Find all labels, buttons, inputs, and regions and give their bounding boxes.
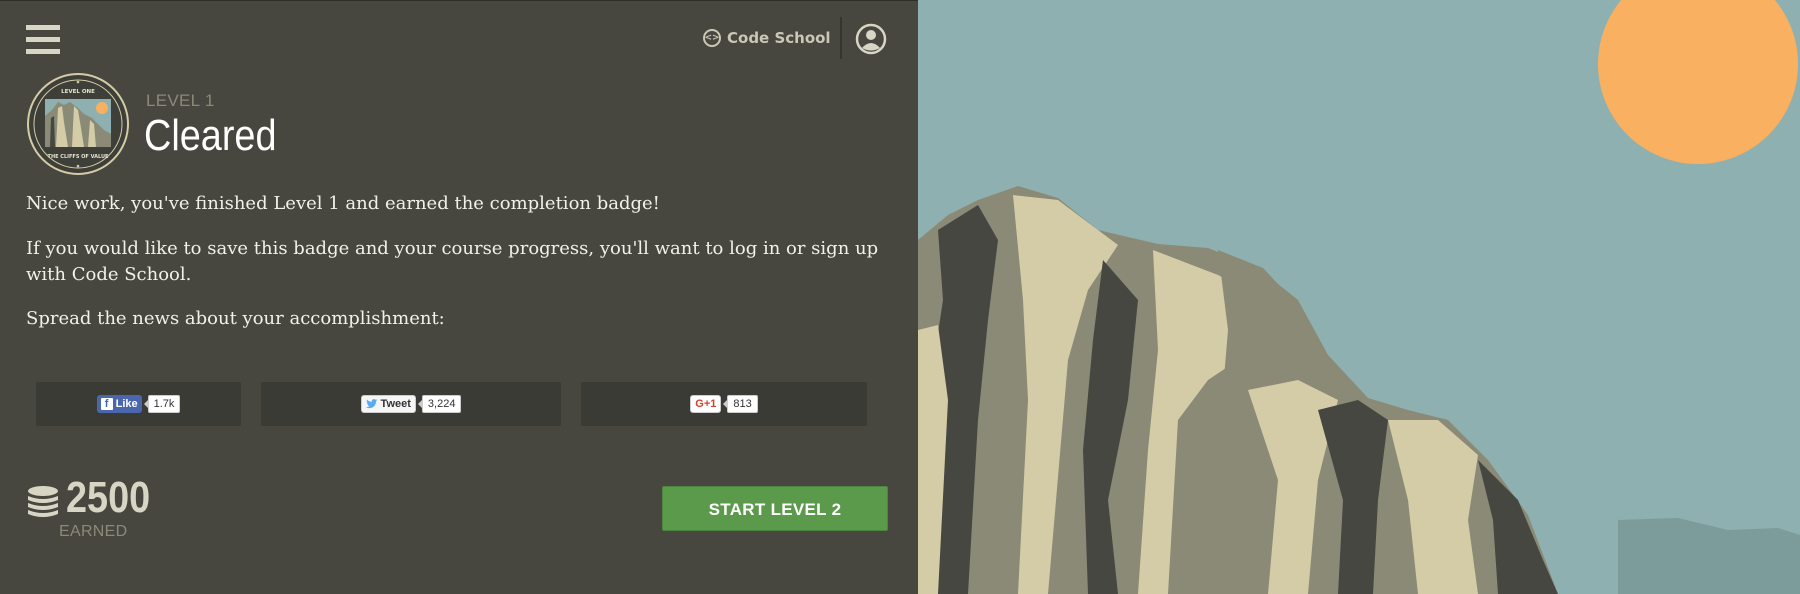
level-label: LEVEL 1: [146, 91, 215, 110]
brand-name: Code School: [727, 29, 831, 47]
twitter-bird-icon: [365, 399, 378, 409]
badge-bottom-text: THE CLIFFS OF VALUE: [48, 154, 110, 160]
status-title: Cleared: [144, 111, 277, 160]
coins-stack-icon: [28, 486, 58, 517]
facebook-like-button[interactable]: f Like: [96, 395, 142, 413]
tweet-count: 3,224: [417, 395, 462, 413]
points-earned-value: 2500: [66, 473, 151, 522]
save-progress-message: If you would like to save this badge and…: [26, 238, 879, 285]
header-divider: [840, 17, 842, 59]
google-plus-button[interactable]: G+1: [690, 395, 722, 413]
completion-message: Nice work, you've finished Level 1 and e…: [26, 193, 660, 214]
facebook-like-label: Like: [115, 398, 138, 410]
tweet-label: Tweet: [380, 398, 411, 410]
cliffs-illustration: [918, 0, 1800, 594]
distant-hills: [1618, 518, 1800, 594]
tweet-button[interactable]: Tweet: [360, 395, 416, 413]
google-plus-share[interactable]: G+1 813: [581, 382, 867, 426]
facebook-like-share[interactable]: f Like 1.7k: [36, 382, 241, 426]
code-brackets-icon: <>: [703, 29, 721, 47]
user-account-icon[interactable]: [855, 23, 887, 55]
share-prompt: Spread the news about your accomplishmen…: [26, 308, 445, 329]
facebook-icon: f: [100, 398, 113, 410]
hamburger-menu-icon[interactable]: [26, 25, 60, 55]
level-one-badge: LEVEL ONE THE CLIFFS OF VALUE: [27, 73, 129, 175]
badge-top-text: LEVEL ONE: [61, 89, 95, 95]
facebook-like-count: 1.7k: [143, 395, 181, 413]
start-level-2-button[interactable]: START LEVEL 2: [662, 486, 888, 531]
google-plus-count: 813: [723, 395, 758, 413]
twitter-tweet-share[interactable]: Tweet 3,224: [261, 382, 561, 426]
points-earned-label: EARNED: [59, 523, 128, 540]
code-school-link[interactable]: <> Code School: [703, 26, 831, 50]
level-complete-panel: <> Code School LEVEL ONE THE CLIFFS OF V…: [0, 0, 918, 594]
